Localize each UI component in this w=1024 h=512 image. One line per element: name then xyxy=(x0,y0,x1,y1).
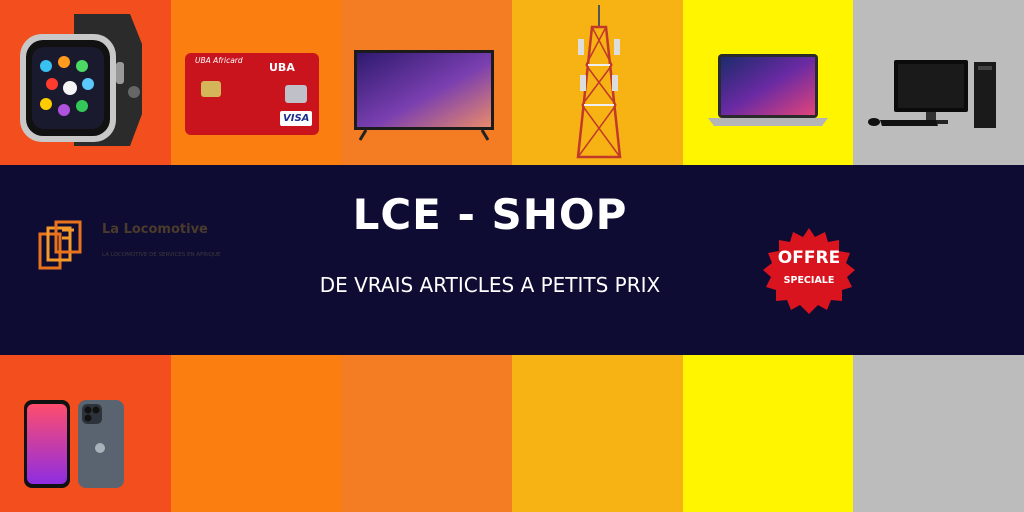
desktop-computer-icon xyxy=(868,60,996,128)
starburst-icon xyxy=(763,228,855,314)
telecom-tower-icon xyxy=(576,5,622,159)
credit-card: UBA Africard UBA VISA xyxy=(185,53,319,135)
card-hologram xyxy=(285,85,307,103)
card-chip xyxy=(201,81,221,97)
special-offer-badge: OFFRE SPECIALE xyxy=(762,226,856,316)
card-network-label: VISA xyxy=(283,113,310,124)
smartphone-icon xyxy=(24,400,124,488)
laptop-icon xyxy=(708,54,828,126)
smartwatch-icon xyxy=(20,14,142,146)
badge-line-2: SPECIALE xyxy=(783,275,835,286)
logo-tagline: LA LOCOMOTIVE DE SERVICES EN AFRIQUE xyxy=(102,252,221,258)
badge-line-1: OFFRE xyxy=(777,248,841,268)
card-brand-label: UBA Africard xyxy=(195,56,243,65)
television-icon xyxy=(354,50,494,141)
card-bank-label: UBA xyxy=(269,61,295,74)
